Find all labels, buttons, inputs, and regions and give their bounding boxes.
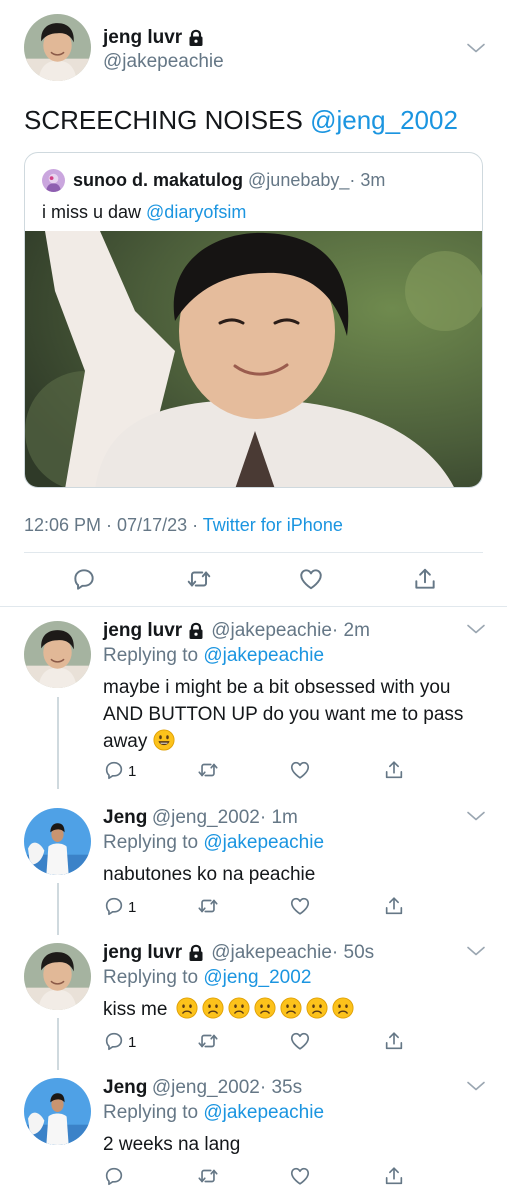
frowning-emoji (332, 997, 354, 1019)
reply-text: nabutones ko na peachie (103, 864, 316, 885)
display-name[interactable]: Jeng (103, 1077, 147, 1098)
quoted-avatar (42, 169, 65, 192)
retweet-icon[interactable] (186, 566, 212, 592)
user-handle[interactable]: @jeng_2002 (152, 1077, 260, 1098)
reply-text: 2 weeks na lang (103, 1134, 241, 1155)
retweet-icon[interactable] (197, 1165, 219, 1187)
quoted-photo[interactable] (25, 231, 482, 487)
chevron-down-icon[interactable] (465, 944, 487, 958)
grinning-emoji (153, 729, 175, 751)
replying-to-link[interactable]: @jeng_2002 (203, 967, 311, 988)
frowning-emoji (202, 997, 224, 1019)
reply-text-line: kiss me (103, 999, 168, 1020)
tweet-time: · 35s (259, 1077, 303, 1098)
frowning-emoji (254, 997, 276, 1019)
avatar[interactable] (24, 621, 91, 688)
heart-icon[interactable] (289, 895, 311, 917)
reply-icon[interactable] (71, 566, 97, 592)
avatar[interactable] (24, 808, 91, 875)
chevron-down-icon[interactable] (465, 622, 487, 636)
frowning-emoji (280, 997, 302, 1019)
tweet-timestamp: 12:06 PM · 07/17/23 · (24, 515, 203, 535)
reply-text-line: away (103, 731, 148, 752)
replying-to-label: Replying to (103, 967, 204, 988)
reply-text-line: AND BUTTON UP do you want me to pass (103, 704, 464, 725)
heart-icon[interactable] (289, 1030, 311, 1052)
quoted-text: i miss u daw (42, 202, 147, 222)
heart-icon[interactable] (289, 759, 311, 781)
reply-icon[interactable] (103, 759, 125, 781)
share-icon[interactable] (383, 1165, 405, 1187)
reply-text: kiss me (103, 996, 358, 1023)
quoted-time: · 3m (349, 170, 386, 190)
chevron-down-icon[interactable] (465, 41, 487, 55)
share-icon[interactable] (383, 895, 405, 917)
replying-to-link[interactable]: @jakepeachie (203, 1102, 324, 1123)
reply-count: 1 (128, 899, 137, 916)
share-icon[interactable] (412, 566, 438, 592)
chevron-down-icon[interactable] (465, 809, 487, 823)
tweet-time: · 2m (331, 620, 370, 641)
quoted-display-name: sunoo d. makatulog (73, 170, 244, 190)
share-icon[interactable] (383, 1030, 405, 1052)
lock-icon (188, 622, 204, 640)
avatar[interactable] (24, 943, 91, 1010)
reply-text: maybe i might be a bit obsessed with you… (103, 674, 493, 755)
heart-icon[interactable] (298, 566, 324, 592)
reply-icon[interactable] (103, 1165, 125, 1187)
display-name[interactable]: jeng luvr (103, 942, 182, 964)
replying-to-label: Replying to (103, 645, 204, 666)
lock-icon (188, 29, 204, 47)
share-icon[interactable] (383, 759, 405, 781)
replying-to-label: Replying to (103, 1102, 204, 1123)
user-handle[interactable]: @jakepeachie (211, 620, 332, 642)
chevron-down-icon[interactable] (465, 1079, 487, 1093)
user-handle[interactable]: @jeng_2002 (152, 807, 260, 828)
frowning-emoji (228, 997, 250, 1019)
frowning-emoji (306, 997, 328, 1019)
tweet-time: · 50s (331, 942, 375, 963)
retweet-icon[interactable] (197, 759, 219, 781)
reply-text-line: maybe i might be a bit obsessed with you (103, 677, 451, 698)
thread-line (57, 1018, 59, 1070)
retweet-icon[interactable] (197, 1030, 219, 1052)
user-handle[interactable]: @jakepeachie (103, 51, 224, 73)
tweet-text-body: SCREECHING NOISES (24, 105, 311, 135)
thread-line (57, 697, 59, 789)
heart-icon[interactable] (289, 1165, 311, 1187)
display-name[interactable]: Jeng (103, 807, 147, 828)
reply-icon[interactable] (103, 1030, 125, 1052)
frowning-emoji (176, 997, 198, 1019)
reply-icon[interactable] (103, 895, 125, 917)
display-name[interactable]: jeng luvr (103, 27, 182, 49)
mention-link[interactable]: @jeng_2002 (310, 105, 458, 135)
quoted-tweet[interactable]: sunoo d. makatulog @junebaby_· 3m i miss… (24, 152, 483, 488)
thread-line (57, 883, 59, 935)
tweet-time: · 1m (259, 807, 298, 828)
tweet-source-link[interactable]: Twitter for iPhone (203, 515, 343, 535)
quoted-handle: @junebaby_ (248, 170, 350, 190)
quoted-mention-link[interactable]: @diaryofsim (146, 202, 246, 222)
tweet-text: SCREECHING NOISES @jeng_2002 (24, 104, 458, 136)
avatar[interactable] (24, 1078, 91, 1145)
retweet-icon[interactable] (197, 895, 219, 917)
reply-count: 1 (128, 1034, 137, 1051)
replying-to-link[interactable]: @jakepeachie (203, 645, 324, 666)
avatar[interactable] (24, 14, 91, 81)
display-name[interactable]: jeng luvr (103, 620, 182, 642)
replying-to-label: Replying to (103, 832, 204, 853)
reply-count: 1 (128, 763, 137, 780)
lock-icon (188, 944, 204, 962)
user-handle[interactable]: @jakepeachie (211, 942, 332, 964)
replying-to-link[interactable]: @jakepeachie (203, 832, 324, 853)
